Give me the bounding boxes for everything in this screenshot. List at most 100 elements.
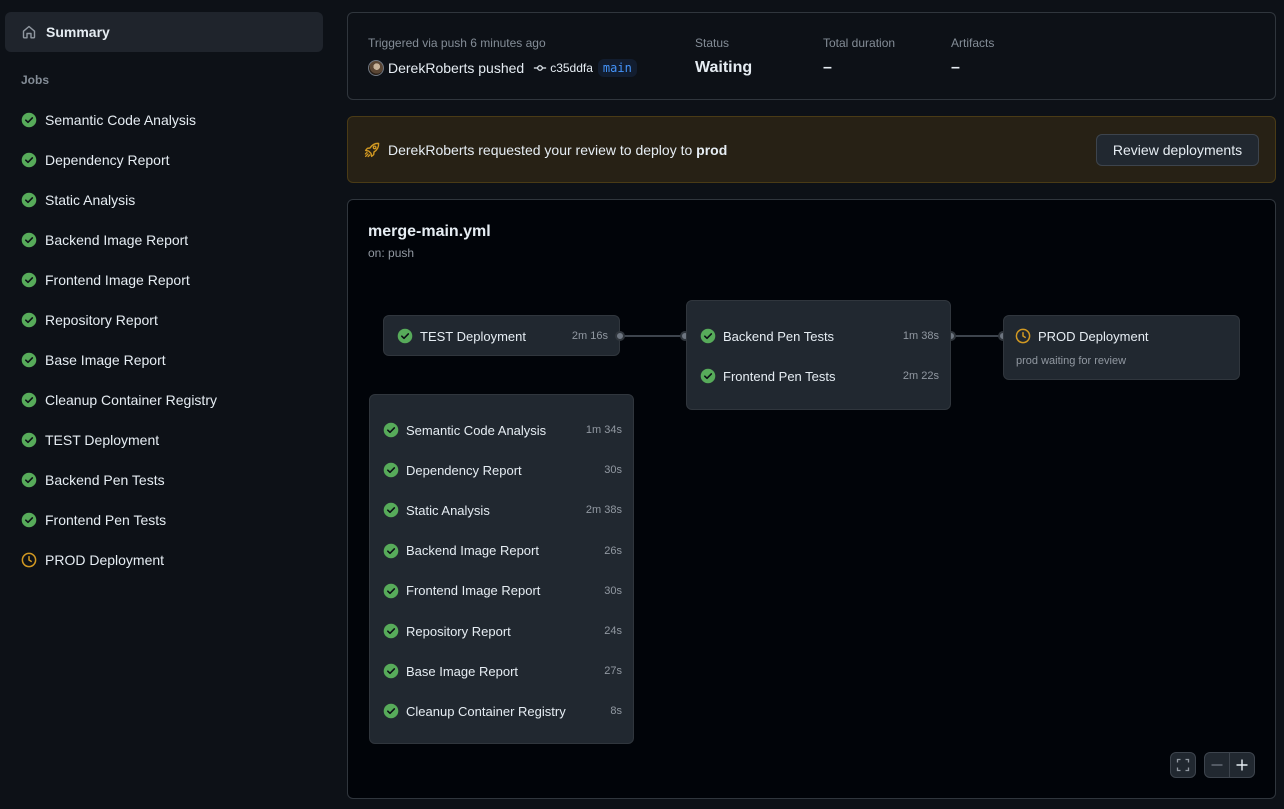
sidebar-job-static-analysis[interactable]: Static Analysis	[0, 180, 330, 220]
review-request-banner: DerekRoberts requested your review to de…	[347, 116, 1276, 183]
sidebar-job-frontend-image-report[interactable]: Frontend Image Report	[0, 260, 330, 300]
commit-sha-link[interactable]: c35ddfa	[550, 61, 593, 75]
review-deployments-button[interactable]: Review deployments	[1096, 134, 1259, 166]
review-request-text: DerekRoberts requested your review to de…	[388, 142, 727, 158]
job-label: PROD Deployment	[1038, 328, 1149, 344]
port	[615, 331, 625, 341]
job-duration: 26s	[604, 544, 622, 557]
check-circle-icon	[21, 352, 37, 368]
workflow-file-name[interactable]: merge-main.yml	[368, 223, 491, 241]
artifacts-value: –	[951, 59, 960, 76]
sidebar-job-backend-pen-tests[interactable]: Backend Pen Tests	[0, 460, 330, 500]
sidebar-job-test-deployment[interactable]: TEST Deployment	[0, 420, 330, 460]
edge-pentests-to-prod	[951, 335, 1003, 337]
clock-icon	[21, 552, 37, 568]
job-duration: 2m 38s	[585, 504, 622, 517]
sidebar-job-label: Repository Report	[45, 312, 158, 328]
graph-job-semantic-code-analysis[interactable]: Semantic Code Analysis 1m 34s	[370, 418, 633, 442]
summary-link[interactable]: Summary	[5, 12, 323, 52]
artifacts-label: Artifacts	[951, 36, 995, 50]
avatar[interactable]	[368, 60, 384, 76]
status-value: Waiting	[695, 59, 753, 76]
job-label: TEST Deployment	[420, 328, 526, 344]
pen-tests-group: Backend Pen Tests 1m 38s Frontend Pen Te…	[686, 300, 951, 410]
job-label: Frontend Pen Tests	[723, 368, 836, 384]
git-commit-icon	[533, 61, 547, 75]
job-label: Backend Image Report	[406, 543, 539, 559]
zoom-out-button[interactable]	[1204, 752, 1230, 778]
check-circle-icon	[21, 192, 37, 208]
check-circle-icon	[21, 152, 37, 168]
sidebar-job-label: Backend Pen Tests	[45, 472, 165, 488]
job-duration: 8s	[610, 705, 622, 718]
graph-job-backend-image-report[interactable]: Backend Image Report 26s	[370, 539, 633, 563]
check-circle-icon	[21, 272, 37, 288]
sidebar-job-label: TEST Deployment	[45, 432, 160, 448]
duration-label: Total duration	[823, 36, 896, 50]
check-circle-icon	[700, 368, 716, 384]
job-duration: 2m 22s	[902, 370, 939, 382]
job-label: Dependency Report	[406, 462, 522, 478]
clock-icon	[1015, 328, 1031, 344]
job-label: Semantic Code Analysis	[406, 422, 547, 438]
check-circle-icon	[383, 583, 399, 599]
sidebar-job-frontend-pen-tests[interactable]: Frontend Pen Tests	[0, 500, 330, 540]
sidebar-job-label: Semantic Code Analysis	[45, 112, 196, 128]
jobs-heading: Jobs	[21, 73, 50, 87]
fullscreen-button[interactable]	[1170, 752, 1196, 778]
job-duration: 1m 34s	[585, 424, 622, 436]
graph-job-static-analysis[interactable]: Static Analysis 2m 38s	[370, 498, 633, 522]
check-circle-icon	[383, 502, 399, 518]
workflow-graph: merge-main.yml on: push TEST Deployment …	[347, 199, 1276, 799]
artifacts-column: Artifacts –	[951, 36, 994, 77]
check-circle-icon	[700, 328, 716, 344]
prod-deployment-job[interactable]: PROD Deployment	[1004, 324, 1239, 348]
sidebar-job-backend-image-report[interactable]: Backend Image Report	[0, 220, 330, 260]
check-circle-icon	[383, 663, 399, 679]
graph-job-cleanup-container-registry[interactable]: Cleanup Container Registry 8s	[370, 699, 633, 723]
sidebar-job-dependency-report[interactable]: Dependency Report	[0, 140, 330, 180]
graph-job-frontend-image-report[interactable]: Frontend Image Report 30s	[370, 579, 633, 603]
check-circle-icon	[397, 328, 413, 344]
test-deployment-job[interactable]: TEST Deployment 2m 16s	[384, 324, 619, 348]
check-circle-icon	[383, 462, 399, 478]
rocket-icon	[363, 141, 381, 159]
job-duration: 1m 38s	[902, 330, 939, 342]
sidebar-job-label: Dependency Report	[45, 152, 170, 168]
branch-badge[interactable]: main	[597, 59, 637, 77]
job-subtext: prod waiting for review	[1016, 355, 1127, 367]
sidebar-job-prod-deployment[interactable]: PROD Deployment	[0, 540, 330, 580]
check-circle-icon	[21, 472, 37, 488]
sidebar-job-cleanup-container-registry[interactable]: Cleanup Container Registry	[0, 380, 330, 420]
zoom-in-button[interactable]	[1229, 752, 1255, 778]
dash-icon	[1210, 758, 1224, 772]
job-label: Static Analysis	[406, 502, 490, 518]
summary-label: Summary	[46, 24, 110, 40]
home-icon	[21, 24, 37, 40]
check-circle-icon	[21, 112, 37, 128]
graph-job-base-image-report[interactable]: Base Image Report 27s	[370, 659, 633, 683]
job-duration: 2m 16s	[571, 330, 608, 342]
job-list: Semantic Code Analysis Dependency Report S…	[0, 100, 330, 580]
sidebar-job-label: Frontend Pen Tests	[45, 512, 167, 528]
backend-pen-tests-job[interactable]: Backend Pen Tests 1m 38s	[687, 324, 950, 348]
job-duration: 30s	[604, 464, 622, 477]
pusher-text[interactable]: DerekRoberts pushed	[388, 60, 524, 76]
graph-job-repository-report[interactable]: Repository Report 24s	[370, 619, 633, 643]
duration-column: Total duration –	[823, 36, 895, 77]
job-duration: 27s	[604, 665, 622, 678]
frontend-pen-tests-job[interactable]: Frontend Pen Tests 2m 22s	[687, 364, 950, 388]
trigger-text: Triggered via push 6 minutes ago	[368, 36, 546, 50]
sidebar: Summary Jobs Semantic Code Analysis Depen…	[0, 0, 330, 809]
workflow-run-page: Summary Jobs Semantic Code Analysis Depen…	[0, 0, 1284, 809]
check-circle-icon	[21, 512, 37, 528]
sidebar-job-base-image-report[interactable]: Base Image Report	[0, 340, 330, 380]
check-circle-icon	[383, 543, 399, 559]
sidebar-job-repository-report[interactable]: Repository Report	[0, 300, 330, 340]
sidebar-job-semantic-code-analysis[interactable]: Semantic Code Analysis	[0, 100, 330, 140]
graph-job-dependency-report[interactable]: Dependency Report 30s	[370, 458, 633, 482]
check-circle-icon	[383, 623, 399, 639]
job-duration: 24s	[604, 625, 622, 637]
pusher-row: DerekRoberts pushed c35ddfa main	[368, 59, 637, 77]
plus-icon	[1235, 758, 1249, 772]
